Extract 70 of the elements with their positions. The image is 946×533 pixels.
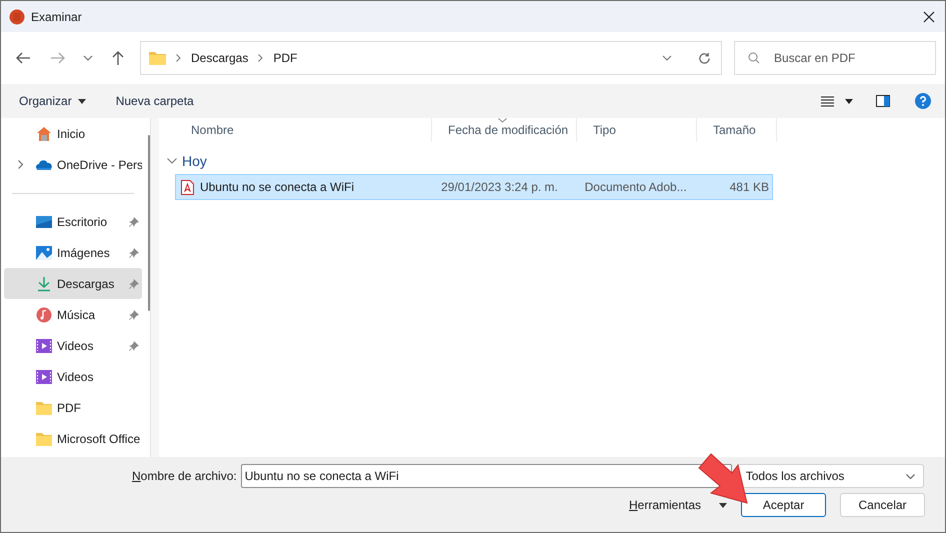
home-icon — [36, 126, 52, 142]
pin-icon[interactable] — [129, 248, 139, 258]
breadcrumb-link[interactable]: Descargas — [191, 49, 248, 67]
dropdown-triangle-icon[interactable] — [845, 98, 853, 104]
sidebar-item[interactable]: Escritorio — [4, 206, 142, 237]
folder-icon — [36, 400, 52, 416]
column-header[interactable]: Tipo — [577, 118, 697, 142]
pin-icon[interactable] — [129, 278, 139, 288]
organize-menu-button[interactable]: Organizar — [19, 92, 86, 110]
address-bar[interactable]: Descargas PDF — [140, 41, 722, 75]
sidebar-item[interactable]: PDF — [4, 392, 142, 423]
chevron-right-icon[interactable] — [18, 160, 22, 169]
back-arrow-icon[interactable] — [15, 51, 31, 65]
pdf-file-icon — [181, 180, 194, 194]
desktop-icon — [36, 214, 52, 230]
file-row[interactable]: Ubuntu no se conecta a WiFi 29/01/2023 3:24 p. m. Documento Adob... 481 KB — [175, 174, 773, 200]
app-icon — [9, 8, 25, 24]
sort-caret-icon — [498, 118, 507, 123]
videos-icon — [36, 338, 52, 354]
chevron-right-icon — [258, 54, 264, 62]
music-icon — [36, 306, 52, 322]
close-icon[interactable] — [923, 10, 935, 22]
search-input[interactable]: Buscar en PDF — [774, 49, 924, 67]
sidebar-item[interactable]: Música — [4, 299, 142, 330]
up-arrow-icon[interactable] — [111, 50, 125, 66]
chevron-right-icon — [176, 54, 181, 62]
table-cell-text: 29/01/2023 3:24 p. m. — [440, 179, 559, 196]
search-icon — [748, 52, 760, 64]
chevron-down-icon — [906, 474, 915, 478]
pin-icon[interactable] — [129, 216, 139, 226]
tools-menu-button[interactable]: Herramientas — [629, 496, 728, 514]
view-list-icon[interactable] — [821, 96, 834, 106]
window-title: Examinar — [31, 8, 82, 26]
pin-icon[interactable] — [129, 310, 139, 320]
sidebar-item[interactable]: Descargas — [4, 268, 142, 299]
new-folder-button[interactable]: Nueva carpeta — [116, 92, 194, 110]
breadcrumb-link[interactable]: PDF — [273, 49, 298, 67]
sidebar-item[interactable]: Videos — [4, 330, 142, 361]
filename-field[interactable]: Ubuntu no se conecta a WiFi — [240, 464, 732, 488]
preview-pane-icon[interactable] — [876, 95, 890, 107]
filename-label: Nombre de archivo: — [132, 468, 237, 485]
table-cell-text: Documento Adob... — [584, 179, 688, 196]
column-header[interactable]: Nombre — [175, 118, 432, 142]
table-cell-text: Ubuntu no se conecta a WiFi — [200, 179, 356, 196]
downloads-icon — [36, 276, 52, 292]
help-icon[interactable] — [915, 93, 931, 109]
dropdown-triangle-icon — [719, 502, 728, 508]
column-header[interactable]: Fecha de modificación — [432, 118, 577, 142]
videos-icon — [36, 368, 52, 384]
chevron-down-icon[interactable] — [83, 55, 93, 61]
search-field[interactable]: Buscar en PDF — [734, 41, 936, 75]
pin-icon[interactable] — [129, 340, 139, 350]
sidebar-item[interactable]: Imágenes — [4, 237, 142, 268]
chevron-down-icon[interactable] — [167, 158, 177, 164]
group-header[interactable]: Hoy — [167, 148, 227, 174]
sidebar-item[interactable]: Microsoft Office — [4, 423, 142, 454]
folder-icon — [36, 430, 52, 446]
pictures-icon — [36, 244, 52, 260]
dialog-button[interactable]: Cancelar — [840, 493, 926, 517]
sidebar-item[interactable]: Videos — [4, 361, 142, 392]
forward-arrow-icon[interactable] — [50, 51, 66, 65]
dropdown-triangle-icon — [78, 98, 86, 104]
table-cell-text: 481 KB — [728, 179, 770, 196]
file-type-dropdown[interactable]: Todos los archivos — [736, 464, 924, 488]
dialog-button[interactable]: Aceptar — [741, 493, 826, 517]
chevron-down-icon[interactable] — [662, 55, 672, 61]
sidebar-item[interactable]: Inicio — [4, 118, 142, 149]
column-header[interactable]: Tamaño — [697, 118, 777, 142]
folder-icon — [149, 51, 166, 65]
refresh-icon[interactable] — [698, 52, 711, 64]
